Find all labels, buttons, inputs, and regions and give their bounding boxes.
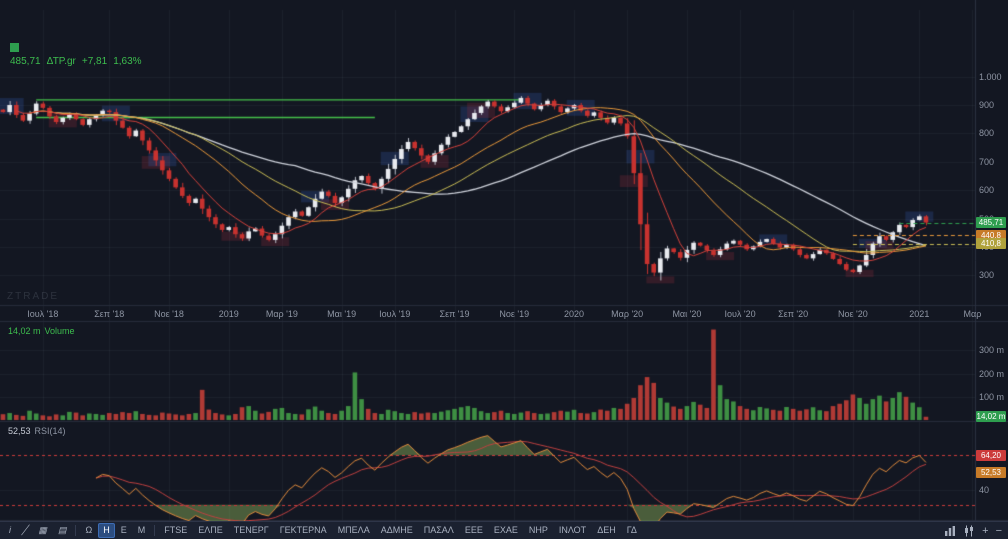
- time-axis-label: Σεπ '20: [778, 309, 809, 319]
- timeframe-button[interactable]: Ω: [80, 523, 97, 538]
- rsi-value: 52,53: [8, 426, 31, 436]
- chart-style-columns-icon[interactable]: [944, 525, 956, 537]
- time-axis-label: Ιουλ '19: [379, 309, 411, 319]
- zoom-out-button[interactable]: −: [996, 525, 1002, 537]
- info-button[interactable]: i: [4, 523, 16, 538]
- time-axis-label: Μαρ '20: [611, 309, 644, 319]
- time-axis-label: Μαρ '19: [265, 309, 298, 319]
- symbol-tab[interactable]: ΓΕΚΤΕΡΝΑ: [275, 523, 332, 538]
- toolbar-timeframes: ΩΗΕΜ: [80, 523, 150, 538]
- symbol-tab[interactable]: ΜΠΕΛΑ: [333, 523, 375, 538]
- symbol-tab[interactable]: ΕΧΑΕ: [489, 523, 523, 538]
- quote-symbol[interactable]: ΔΤΡ.gr: [47, 56, 76, 67]
- toolbar-separator: [75, 525, 77, 536]
- quote-price: 485,71: [10, 56, 41, 67]
- time-axis-label: Μαι '19: [327, 309, 357, 319]
- toolbar-right: + −: [944, 525, 1004, 537]
- timeframe-button[interactable]: Μ: [133, 523, 151, 538]
- time-axis-label: Σεπ '18: [94, 309, 125, 319]
- volume-value-badge: 14,02 m: [976, 410, 1006, 422]
- grid-view-button[interactable]: ▦: [33, 523, 52, 538]
- rsi-level-badge: 64,20: [976, 449, 1006, 461]
- time-axis-label: 2021: [909, 309, 930, 319]
- zoom-in-button[interactable]: +: [982, 525, 988, 537]
- symbol-tab[interactable]: ΑΔΜΗΕ: [376, 523, 418, 538]
- trading-chart-window: 485,71 ΔΤΡ.gr +7,81 1,63% ZTRADE 14,02 m…: [0, 0, 1008, 539]
- time-axis-label: Σεπ '19: [439, 309, 470, 319]
- symbol-tab[interactable]: ΔΕΗ: [592, 523, 621, 538]
- time-axis-label: Νοε '20: [838, 309, 868, 319]
- symbol-tab[interactable]: ΙΝΛΟΤ: [554, 523, 591, 538]
- rsi-name: RSI(14): [34, 426, 66, 436]
- time-axis-label: 2019: [218, 309, 239, 319]
- symbol-tab[interactable]: ΠΑΣΑΛ: [419, 523, 459, 538]
- toolbar-separator: [154, 525, 156, 536]
- time-axis-label: Ιουλ '20: [724, 309, 756, 319]
- quote-change: +7,81: [81, 56, 108, 67]
- symbol-color-swatch: [10, 43, 19, 52]
- toolbar-tools: i ╱ ▦ ▤: [4, 523, 71, 538]
- panel-layout-button[interactable]: ▤: [53, 523, 72, 538]
- symbol-tab[interactable]: ΝΗΡ: [524, 523, 553, 538]
- quote-line: 485,71 ΔΤΡ.gr +7,81 1,63%: [10, 56, 142, 67]
- timeframe-button[interactable]: Ε: [116, 523, 132, 538]
- volume-name: Volume: [44, 326, 75, 336]
- last-price-badge: 485,71: [976, 217, 1006, 229]
- ma-value-badge: 410,8: [976, 238, 1006, 250]
- symbol-tab[interactable]: ΤΕΝΕΡΓ: [229, 523, 274, 538]
- symbol-tab[interactable]: ΕΕΕ: [460, 523, 488, 538]
- draw-line-button[interactable]: ╱: [17, 523, 32, 538]
- quote-change-pct: 1,63%: [113, 56, 142, 67]
- time-axis-label: Νοε '18: [154, 309, 184, 319]
- time-axis-label: 2020: [564, 309, 585, 319]
- chart-style-candles-icon[interactable]: [963, 525, 975, 537]
- time-axis-label: Ιουλ '18: [27, 309, 59, 319]
- volume-label: 14,02 m Volume: [8, 326, 75, 336]
- time-axis-label: Μαι '20: [672, 309, 702, 319]
- bottom-toolbar: i ╱ ▦ ▤ ΩΗΕΜ FTSE ΕΛΠΕ ΤΕΝΕΡΓ ΓΕΚΤΕΡΝΑ ΜΠΕΛΑ ΑΔΜ…: [0, 521, 1008, 539]
- time-axis-label: Νοε '19: [499, 309, 530, 319]
- volume-value: 14,02 m: [8, 326, 41, 336]
- symbol-tab[interactable]: FTSE: [159, 523, 192, 538]
- toolbar-symbols: FTSE ΕΛΠΕ ΤΕΝΕΡΓ ΓΕΚΤΕΡΝΑ ΜΠΕΛΑ ΑΔΜΗΕ ΠΑΣΑΛ ΕΕΕ…: [159, 523, 642, 538]
- time-axis-label: Μαρ: [963, 309, 982, 319]
- symbol-tab[interactable]: ΓΔ: [622, 523, 642, 538]
- watermark: ZTRADE: [7, 291, 59, 302]
- price-axis[interactable]: [975, 0, 1008, 521]
- symbol-tab[interactable]: ΕΛΠΕ: [193, 523, 228, 538]
- timeframe-button[interactable]: Η: [98, 523, 115, 538]
- rsi-value-badge: 52,53: [976, 466, 1006, 478]
- rsi-label: 52,53 RSI(14): [8, 426, 66, 436]
- chart-canvas[interactable]: [0, 0, 1008, 521]
